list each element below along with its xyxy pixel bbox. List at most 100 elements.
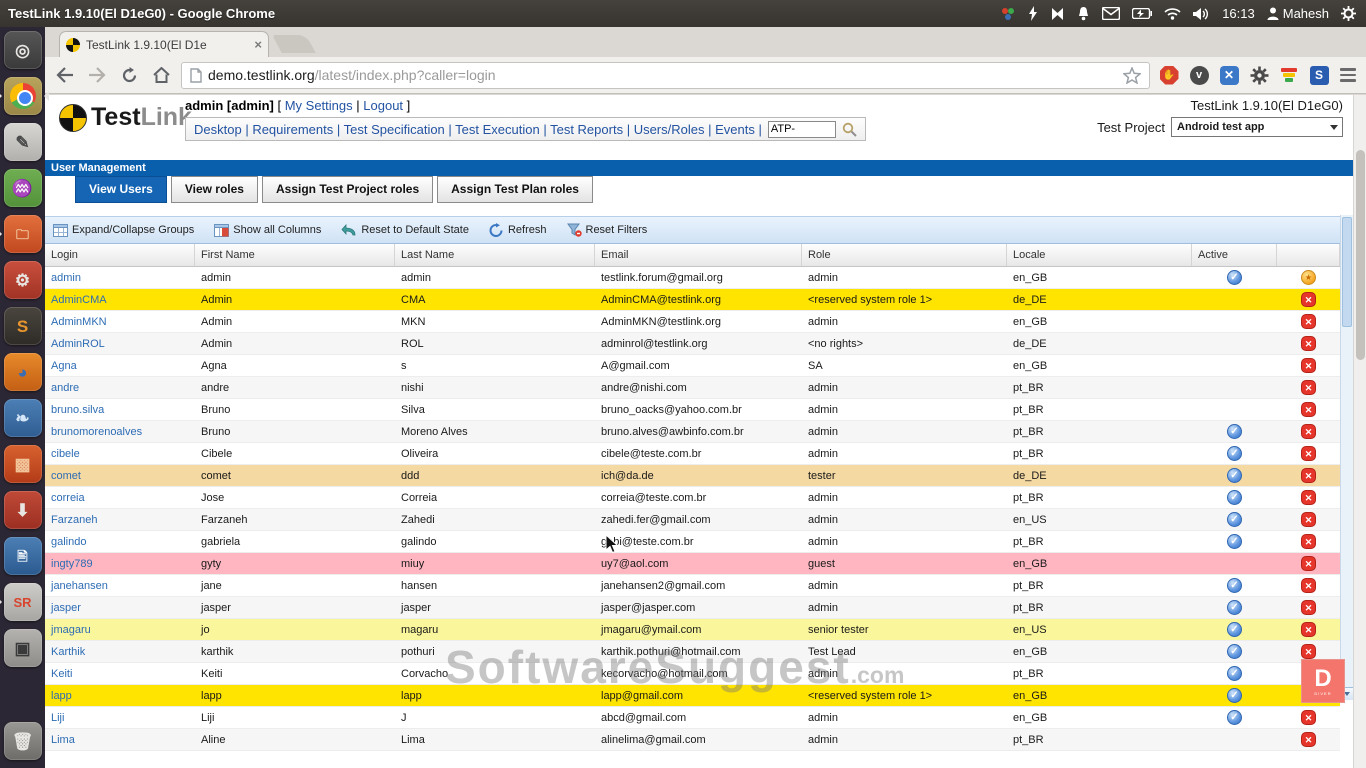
user-row[interactable]: andreandrenishiandre@nishi.comadminpt_BR… [45, 377, 1340, 399]
active-check-icon[interactable]: ✓ [1227, 622, 1242, 637]
back-button[interactable] [53, 63, 77, 87]
active-check-icon[interactable]: ✓ [1227, 666, 1242, 681]
tab-assign-test-project-roles[interactable]: Assign Test Project roles [262, 176, 433, 203]
file-manager-icon[interactable]: 🗀 [4, 215, 42, 253]
forward-button[interactable] [85, 63, 109, 87]
home-button[interactable] [149, 63, 173, 87]
pocket-extension-icon[interactable]: v [1188, 64, 1210, 86]
toolbar-refresh[interactable]: Refresh [489, 223, 547, 237]
tab-close-icon[interactable]: × [254, 37, 262, 52]
active-check-icon[interactable]: ✓ [1227, 270, 1242, 285]
login-link[interactable]: Lima [51, 734, 75, 746]
clock[interactable]: 16:13 [1222, 6, 1255, 21]
delete-user-icon[interactable]: ✕ [1301, 468, 1316, 483]
delete-user-icon[interactable]: ✕ [1301, 578, 1316, 593]
nav-link-desktop[interactable]: Desktop [194, 122, 242, 137]
bookmark-star-icon[interactable] [1123, 67, 1141, 84]
login-link[interactable]: ingty789 [51, 558, 93, 570]
login-link[interactable]: Keiti [51, 668, 72, 680]
active-check-icon[interactable]: ✓ [1227, 644, 1242, 659]
column-header-login[interactable]: Login [45, 244, 195, 266]
login-link[interactable]: Karthik [51, 646, 85, 658]
login-link[interactable]: lapp [51, 690, 72, 702]
column-header-first-name[interactable]: First Name [195, 244, 395, 266]
toolbar-expand-collapse-groups[interactable]: Expand/Collapse Groups [53, 224, 194, 237]
login-link[interactable]: AdminROL [51, 338, 105, 350]
settings-gear-extension-icon[interactable] [1248, 64, 1270, 86]
text-editor-icon[interactable]: ✎ [4, 123, 42, 161]
my-settings-link[interactable]: My Settings [285, 98, 353, 113]
delete-user-icon[interactable]: ✕ [1301, 600, 1316, 615]
user-row[interactable]: AdminCMAAdminCMAAdminCMA@testlink.org<re… [45, 289, 1340, 311]
nav-link-requirements[interactable]: Requirements [252, 122, 333, 137]
user-row[interactable]: AdminROLAdminROLadminrol@testlink.org<no… [45, 333, 1340, 355]
delete-user-icon[interactable]: ✕ [1301, 446, 1316, 461]
column-header-role[interactable]: Role [802, 244, 1007, 266]
active-check-icon[interactable]: ✓ [1227, 468, 1242, 483]
logout-link[interactable]: Logout [363, 98, 403, 113]
adblock-extension-icon[interactable]: ✋ [1158, 64, 1180, 86]
delete-user-icon[interactable]: ✕ [1301, 358, 1316, 373]
column-header-email[interactable]: Email [595, 244, 802, 266]
delete-user-icon[interactable]: ✕ [1301, 292, 1316, 307]
user-row[interactable]: KeitiKeitiCorvachokecorvacho@hotmail.com… [45, 663, 1340, 685]
user-row[interactable]: jmagarujomagarujmagaru@ymail.comsenior t… [45, 619, 1340, 641]
new-tab-button[interactable] [272, 35, 316, 53]
user-row[interactable]: Karthikkarthikpothurikarthik.pothuri@hot… [45, 641, 1340, 663]
crossmarks-extension-icon[interactable]: ✕ [1218, 64, 1240, 86]
toolbar-reset-to-default-state[interactable]: Reset to Default State [341, 224, 469, 237]
login-link[interactable]: AdminCMA [51, 294, 107, 306]
user-row[interactable]: adminadminadmintestlink.forum@gmail.orga… [45, 267, 1340, 289]
login-link[interactable]: brunomorenoalves [51, 426, 142, 438]
address-bar[interactable]: demo.testlink.org/latest/index.php?calle… [181, 62, 1150, 89]
user-row[interactable]: LimaAlineLimaalinelima@gmail.comadminpt_… [45, 729, 1340, 751]
login-link[interactable]: AdminMKN [51, 316, 107, 328]
browser-tab[interactable]: TestLink 1.9.10(El D1e × [59, 31, 269, 57]
delete-user-icon[interactable]: ✕ [1301, 534, 1316, 549]
active-check-icon[interactable]: ✓ [1227, 446, 1242, 461]
screenshot-tool-icon[interactable]: ▣ [4, 629, 42, 667]
search-input[interactable] [768, 121, 836, 138]
user-row[interactable]: correiaJoseCorreiacorreia@teste.com.brad… [45, 487, 1340, 509]
column-header-actions[interactable] [1277, 244, 1340, 266]
orange-box-icon[interactable]: ▩ [4, 445, 42, 483]
trash-icon[interactable]: 🗑 [4, 722, 42, 760]
login-link[interactable]: jasper [51, 602, 81, 614]
volume-icon[interactable] [1193, 7, 1210, 21]
notifications-bell-icon[interactable] [1077, 6, 1090, 21]
login-link[interactable]: Agna [51, 360, 77, 372]
delete-user-icon[interactable]: ✕ [1301, 490, 1316, 505]
user-menu[interactable]: Mahesh [1267, 6, 1329, 21]
mail-icon[interactable] [1102, 7, 1120, 20]
nav-link-users-roles[interactable]: Users/Roles [634, 122, 705, 137]
login-link[interactable]: andre [51, 382, 79, 394]
user-row[interactable]: galindogabrielagalindogabi@teste.com.bra… [45, 531, 1340, 553]
active-check-icon[interactable]: ✓ [1227, 710, 1242, 725]
active-check-icon[interactable]: ✓ [1227, 600, 1242, 615]
login-link[interactable]: admin [51, 272, 81, 284]
firefox-icon[interactable]: ◕ [4, 353, 42, 391]
system-settings-icon[interactable]: ⚙ [4, 261, 42, 299]
tab-assign-test-plan-roles[interactable]: Assign Test Plan roles [437, 176, 593, 203]
user-row[interactable]: FarzanehFarzanehZahedizahedi.fer@gmail.c… [45, 509, 1340, 531]
dash-home-icon[interactable]: ◎ [4, 31, 42, 69]
active-check-icon[interactable]: ✓ [1227, 424, 1242, 439]
user-row[interactable]: bruno.silvaBrunoSilvabruno_oacks@yahoo.c… [45, 399, 1340, 421]
screen-recorder-icon[interactable]: SR [4, 583, 42, 621]
nav-link-test-reports[interactable]: Test Reports [550, 122, 623, 137]
session-gear-icon[interactable] [1341, 6, 1356, 21]
login-link[interactable]: Farzaneh [51, 514, 97, 526]
login-link[interactable]: cibele [51, 448, 80, 460]
login-link[interactable]: bruno.silva [51, 404, 104, 416]
user-row[interactable]: LijiLijiJabcd@gmail.comadminen_GB✓✕ [45, 707, 1340, 729]
active-check-icon[interactable]: ✓ [1227, 490, 1242, 505]
active-check-icon[interactable]: ✓ [1227, 512, 1242, 527]
nav-link-test-specification[interactable]: Test Specification [344, 122, 445, 137]
user-row[interactable]: lapplapplapplapp@gmail.com<reserved syst… [45, 685, 1340, 707]
browser-scrollbar[interactable] [1353, 95, 1366, 768]
user-row[interactable]: cometcometdddich@da.detesterde_DE✓✕ [45, 465, 1340, 487]
delete-user-icon[interactable]: ✕ [1301, 644, 1316, 659]
delete-user-icon[interactable]: ✕ [1301, 402, 1316, 417]
delete-user-icon[interactable]: ✕ [1301, 336, 1316, 351]
user-row[interactable]: brunomorenoalvesBrunoMoreno Alvesbruno.a… [45, 421, 1340, 443]
